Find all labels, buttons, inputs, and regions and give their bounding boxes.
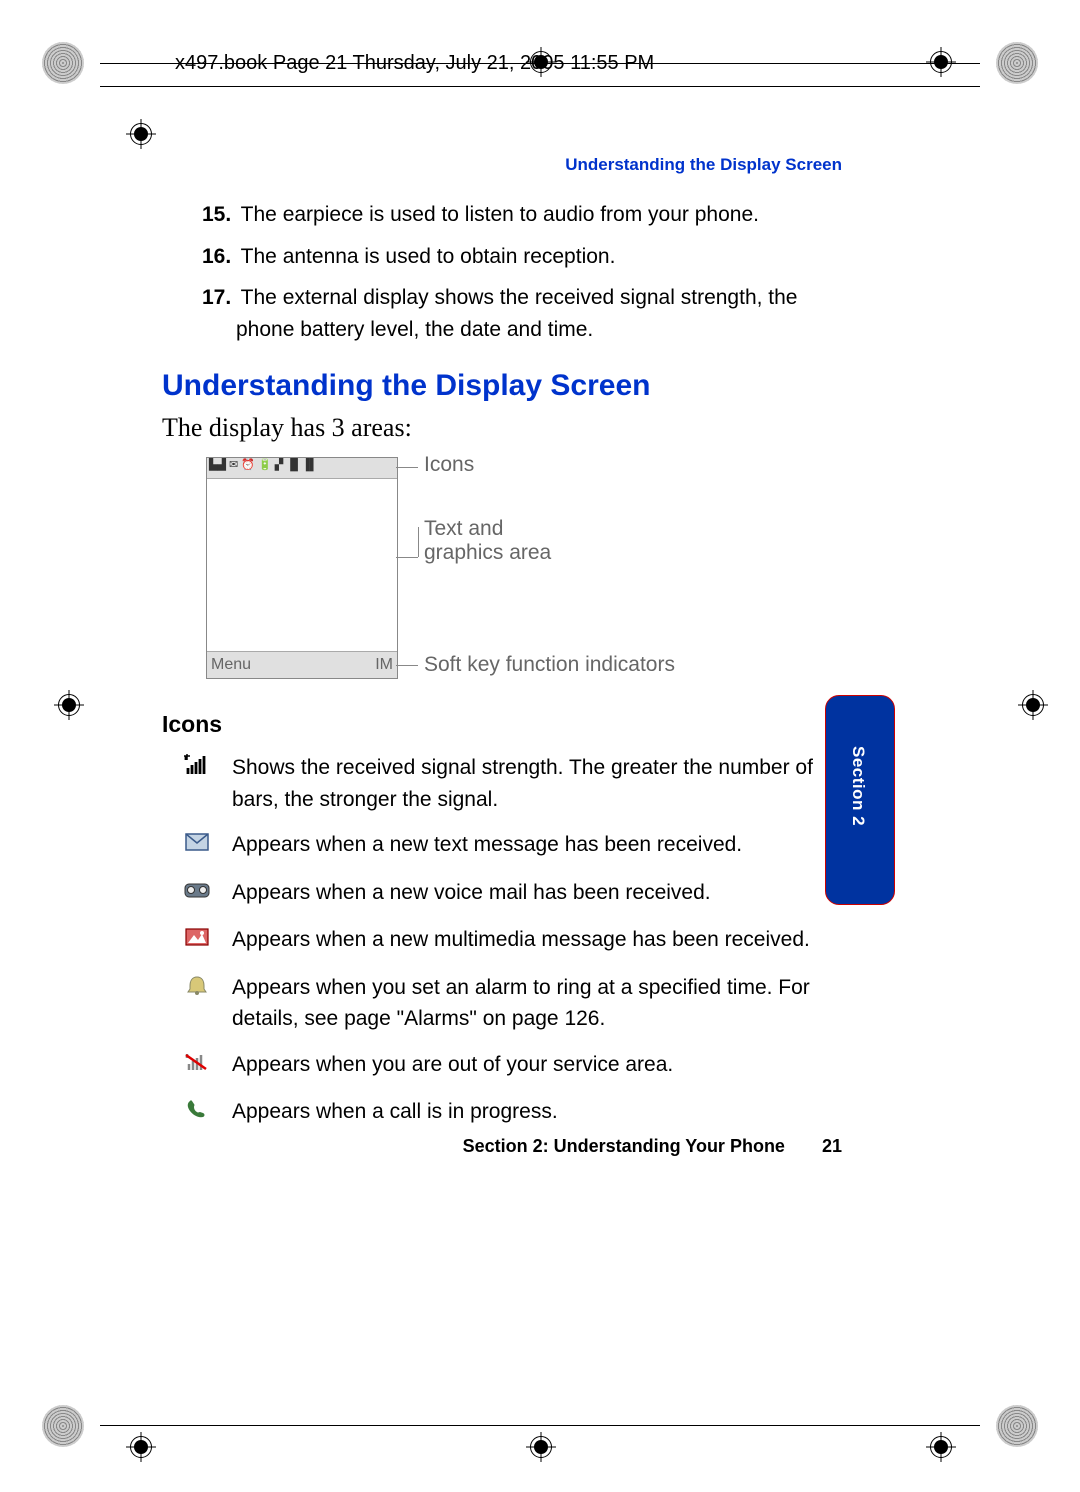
icon-entry-text: Appears when you are out of your service… [232, 1049, 842, 1081]
icon-entry-text: Appears when a call is in progress. [232, 1096, 842, 1128]
list-item-text: The earpiece is used to listen to audio … [241, 203, 759, 226]
diagram-label-icons: Icons [424, 453, 474, 477]
icon-entry: Appears when a new text message has been… [162, 829, 842, 863]
diagram-leader-line [418, 527, 419, 557]
print-header-text: x497.book Page 21 Thursday, July 21, 200… [175, 52, 654, 75]
footer-page-number: 21 [822, 1136, 842, 1156]
diagram-leader-line [396, 665, 418, 666]
diagram-leader-line [396, 557, 418, 558]
phone-body-area [207, 479, 397, 651]
alarm-icon [162, 972, 232, 1006]
icon-description-list: Shows the received signal strength. The … [162, 752, 842, 1130]
list-item: 17. The external display shows the recei… [162, 282, 842, 345]
section-heading: Understanding the Display Screen [162, 369, 842, 403]
crop-mark-icon [996, 42, 1038, 84]
list-item-text: The external display shows the received … [236, 286, 797, 341]
icon-entry-text: Appears when a new voice mail has been r… [232, 877, 842, 909]
icon-entry-text: Appears when a new multimedia message ha… [232, 924, 842, 956]
section-tab-label: Section 2 [848, 746, 868, 826]
icons-subheading: Icons [162, 711, 842, 738]
diagram-label-softkeys: Soft key function indicators [424, 653, 675, 677]
numbered-list: 15. The earpiece is used to listen to au… [162, 199, 842, 345]
crop-mark-icon [996, 1405, 1038, 1447]
list-item-number: 16. [202, 245, 231, 268]
crop-mark-icon [42, 42, 84, 84]
icon-entry-text: Appears when you set an alarm to ring at… [232, 972, 842, 1035]
phone-icon-bar: ▙▟ ✉ ⏰ 🔋 ▞ ▐▌▐▌ [207, 458, 397, 479]
text-message-icon [162, 829, 232, 863]
phone-softkey-bar: Menu IM [207, 651, 397, 678]
display-diagram: ▙▟ ✉ ⏰ 🔋 ▞ ▐▌▐▌ Menu IM Icons Text and g… [206, 457, 842, 685]
icon-entry-text: Shows the received signal strength. The … [232, 752, 842, 815]
icon-entry: Appears when a new voice mail has been r… [162, 877, 842, 911]
running-header: Understanding the Display Screen [162, 155, 842, 175]
list-item: 15. The earpiece is used to listen to au… [162, 199, 842, 231]
page-content: Understanding the Display Screen 15. The… [162, 155, 842, 1144]
icon-entry: Appears when a new multimedia message ha… [162, 924, 842, 958]
diagram-leader-line [396, 467, 418, 468]
list-item-number: 17. [202, 286, 231, 309]
icon-entry-text: Appears when a new text message has been… [232, 829, 842, 861]
voicemail-icon [162, 877, 232, 911]
softkey-right-label: IM [375, 656, 393, 674]
softkey-left-label: Menu [211, 656, 251, 674]
intro-text: The display has 3 areas: [162, 413, 842, 443]
list-item: 16. The antenna is used to obtain recept… [162, 241, 842, 273]
crop-rule [100, 1425, 980, 1426]
list-item-text: The antenna is used to obtain reception. [241, 245, 616, 268]
signal-strength-icon [162, 752, 232, 786]
mms-icon [162, 924, 232, 958]
list-item-number: 15. [202, 203, 231, 226]
no-service-icon [162, 1049, 232, 1083]
page-footer: Section 2: Understanding Your Phone 21 [162, 1136, 842, 1157]
print-header-rule [100, 86, 980, 87]
footer-section-text: Section 2: Understanding Your Phone [463, 1136, 785, 1156]
icon-entry: Appears when you set an alarm to ring at… [162, 972, 842, 1035]
icon-entry: Appears when you are out of your service… [162, 1049, 842, 1083]
icon-entry: Appears when a call is in progress. [162, 1096, 842, 1130]
crop-mark-icon [42, 1405, 84, 1447]
diagram-label-textarea: Text and graphics area [424, 517, 584, 565]
phone-screen-illustration: ▙▟ ✉ ⏰ 🔋 ▞ ▐▌▐▌ Menu IM [206, 457, 398, 679]
call-icon [162, 1096, 232, 1130]
icon-entry: Shows the received signal strength. The … [162, 752, 842, 815]
